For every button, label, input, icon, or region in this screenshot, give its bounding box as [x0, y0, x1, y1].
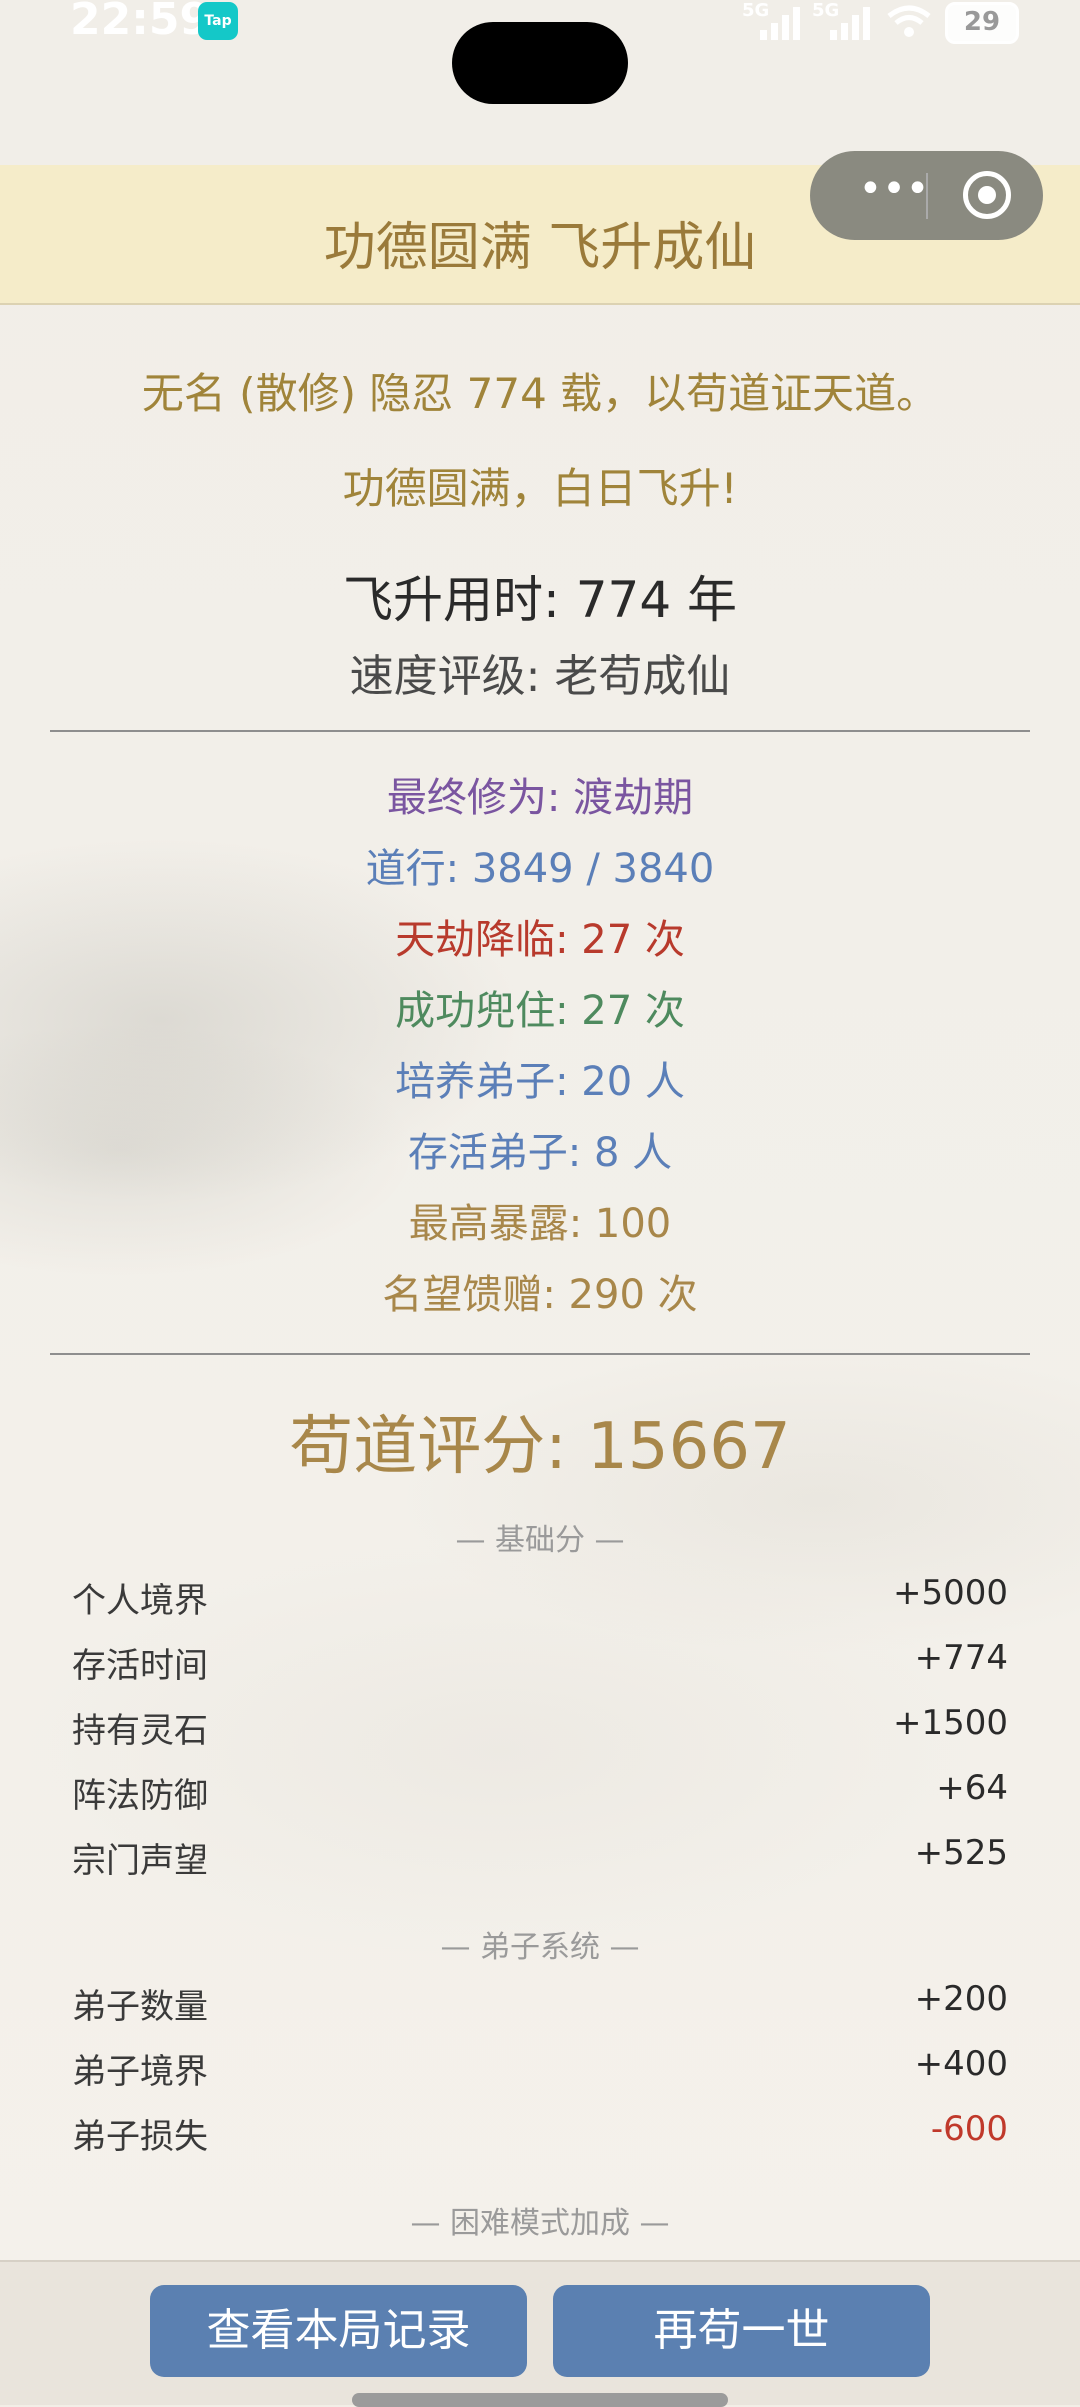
- score-row-label: 弟子数量: [72, 1987, 208, 2027]
- score-row: 弟子境界 +400: [72, 2044, 1008, 2094]
- score-row-value-negative: -600: [930, 2109, 1008, 2149]
- stat-tribulations: 天劫降临: 27 次: [395, 917, 685, 963]
- dynamic-island: [452, 22, 628, 104]
- ascension-message: 功德圆满，白日飞升!: [342, 464, 738, 513]
- score-row: 弟子损失 -600: [72, 2109, 1008, 2159]
- more-dots-icon[interactable]: •••: [844, 169, 944, 219]
- home-indicator[interactable]: [352, 2393, 728, 2407]
- score-row-value: +400: [914, 2044, 1008, 2084]
- signal-bars-icon-2: [830, 7, 870, 40]
- clock: 22:59: [70, 0, 211, 45]
- score-row: 宗门声望 +525: [72, 1833, 1008, 1883]
- view-record-button[interactable]: 查看本局记录: [150, 2285, 527, 2377]
- stat-final-realm: 最终修为: 渡劫期: [386, 775, 694, 821]
- wifi-icon: [887, 5, 931, 37]
- score-row-label: 阵法防御: [72, 1776, 208, 1816]
- score-row-label: 弟子境界: [72, 2052, 208, 2092]
- capsule-divider: [926, 173, 928, 219]
- score-row-label: 宗门声望: [72, 1841, 208, 1881]
- stat-max-exposure: 最高暴露: 100: [408, 1201, 672, 1247]
- tap-app-icon: Tap: [198, 2, 238, 40]
- total-score: 苟道评分: 15667: [289, 1410, 791, 1484]
- score-row-value: +64: [936, 1768, 1008, 1808]
- section-disciple-system: — 弟子系统 —: [440, 1930, 640, 1965]
- score-row: 存活时间 +774: [72, 1638, 1008, 1688]
- score-row-value: +525: [914, 1833, 1008, 1873]
- speed-rating: 速度评级: 老苟成仙: [349, 651, 731, 702]
- score-row-value: +200: [914, 1979, 1008, 2019]
- stat-disciples-alive: 存活弟子: 8 人: [407, 1130, 673, 1176]
- score-row-value: +1500: [892, 1703, 1008, 1743]
- target-icon[interactable]: [963, 171, 1011, 219]
- battery-indicator: 29: [945, 2, 1019, 44]
- divider: [50, 730, 1030, 732]
- score-row-value: +5000: [892, 1573, 1008, 1613]
- stat-survived-tribulations: 成功兜住: 27 次: [395, 988, 685, 1034]
- replay-button[interactable]: 再苟一世: [553, 2285, 930, 2377]
- stat-fame-gifts: 名望馈赠: 290 次: [382, 1272, 698, 1318]
- ascension-time: 飞升用时: 774 年: [342, 571, 738, 629]
- signal-bars-icon: [760, 7, 800, 40]
- divider-2: [50, 1353, 1030, 1355]
- section-base-score: — 基础分 —: [455, 1523, 625, 1558]
- score-row: 个人境界 +5000: [72, 1573, 1008, 1623]
- stat-dao-progress: 道行: 3849 / 3840: [365, 846, 715, 892]
- stat-disciples-trained: 培养弟子: 20 人: [395, 1059, 685, 1105]
- miniprogram-capsule[interactable]: •••: [810, 151, 1043, 240]
- score-row: 持有灵石 +1500: [72, 1703, 1008, 1753]
- score-row: 弟子数量 +200: [72, 1979, 1008, 2029]
- score-row-label: 弟子损失: [72, 2117, 208, 2157]
- score-row-label: 存活时间: [72, 1646, 208, 1686]
- section-hard-mode-bonus: — 困难模式加成 —: [410, 2206, 670, 2241]
- ascension-intro-text: 无名 (散修) 隐忍 774 载，以苟道证天道。: [141, 369, 939, 418]
- score-row: 阵法防御 +64: [72, 1768, 1008, 1818]
- score-row-label: 持有灵石: [72, 1711, 208, 1751]
- score-row-value: +774: [914, 1638, 1008, 1678]
- score-row-label: 个人境界: [72, 1581, 208, 1621]
